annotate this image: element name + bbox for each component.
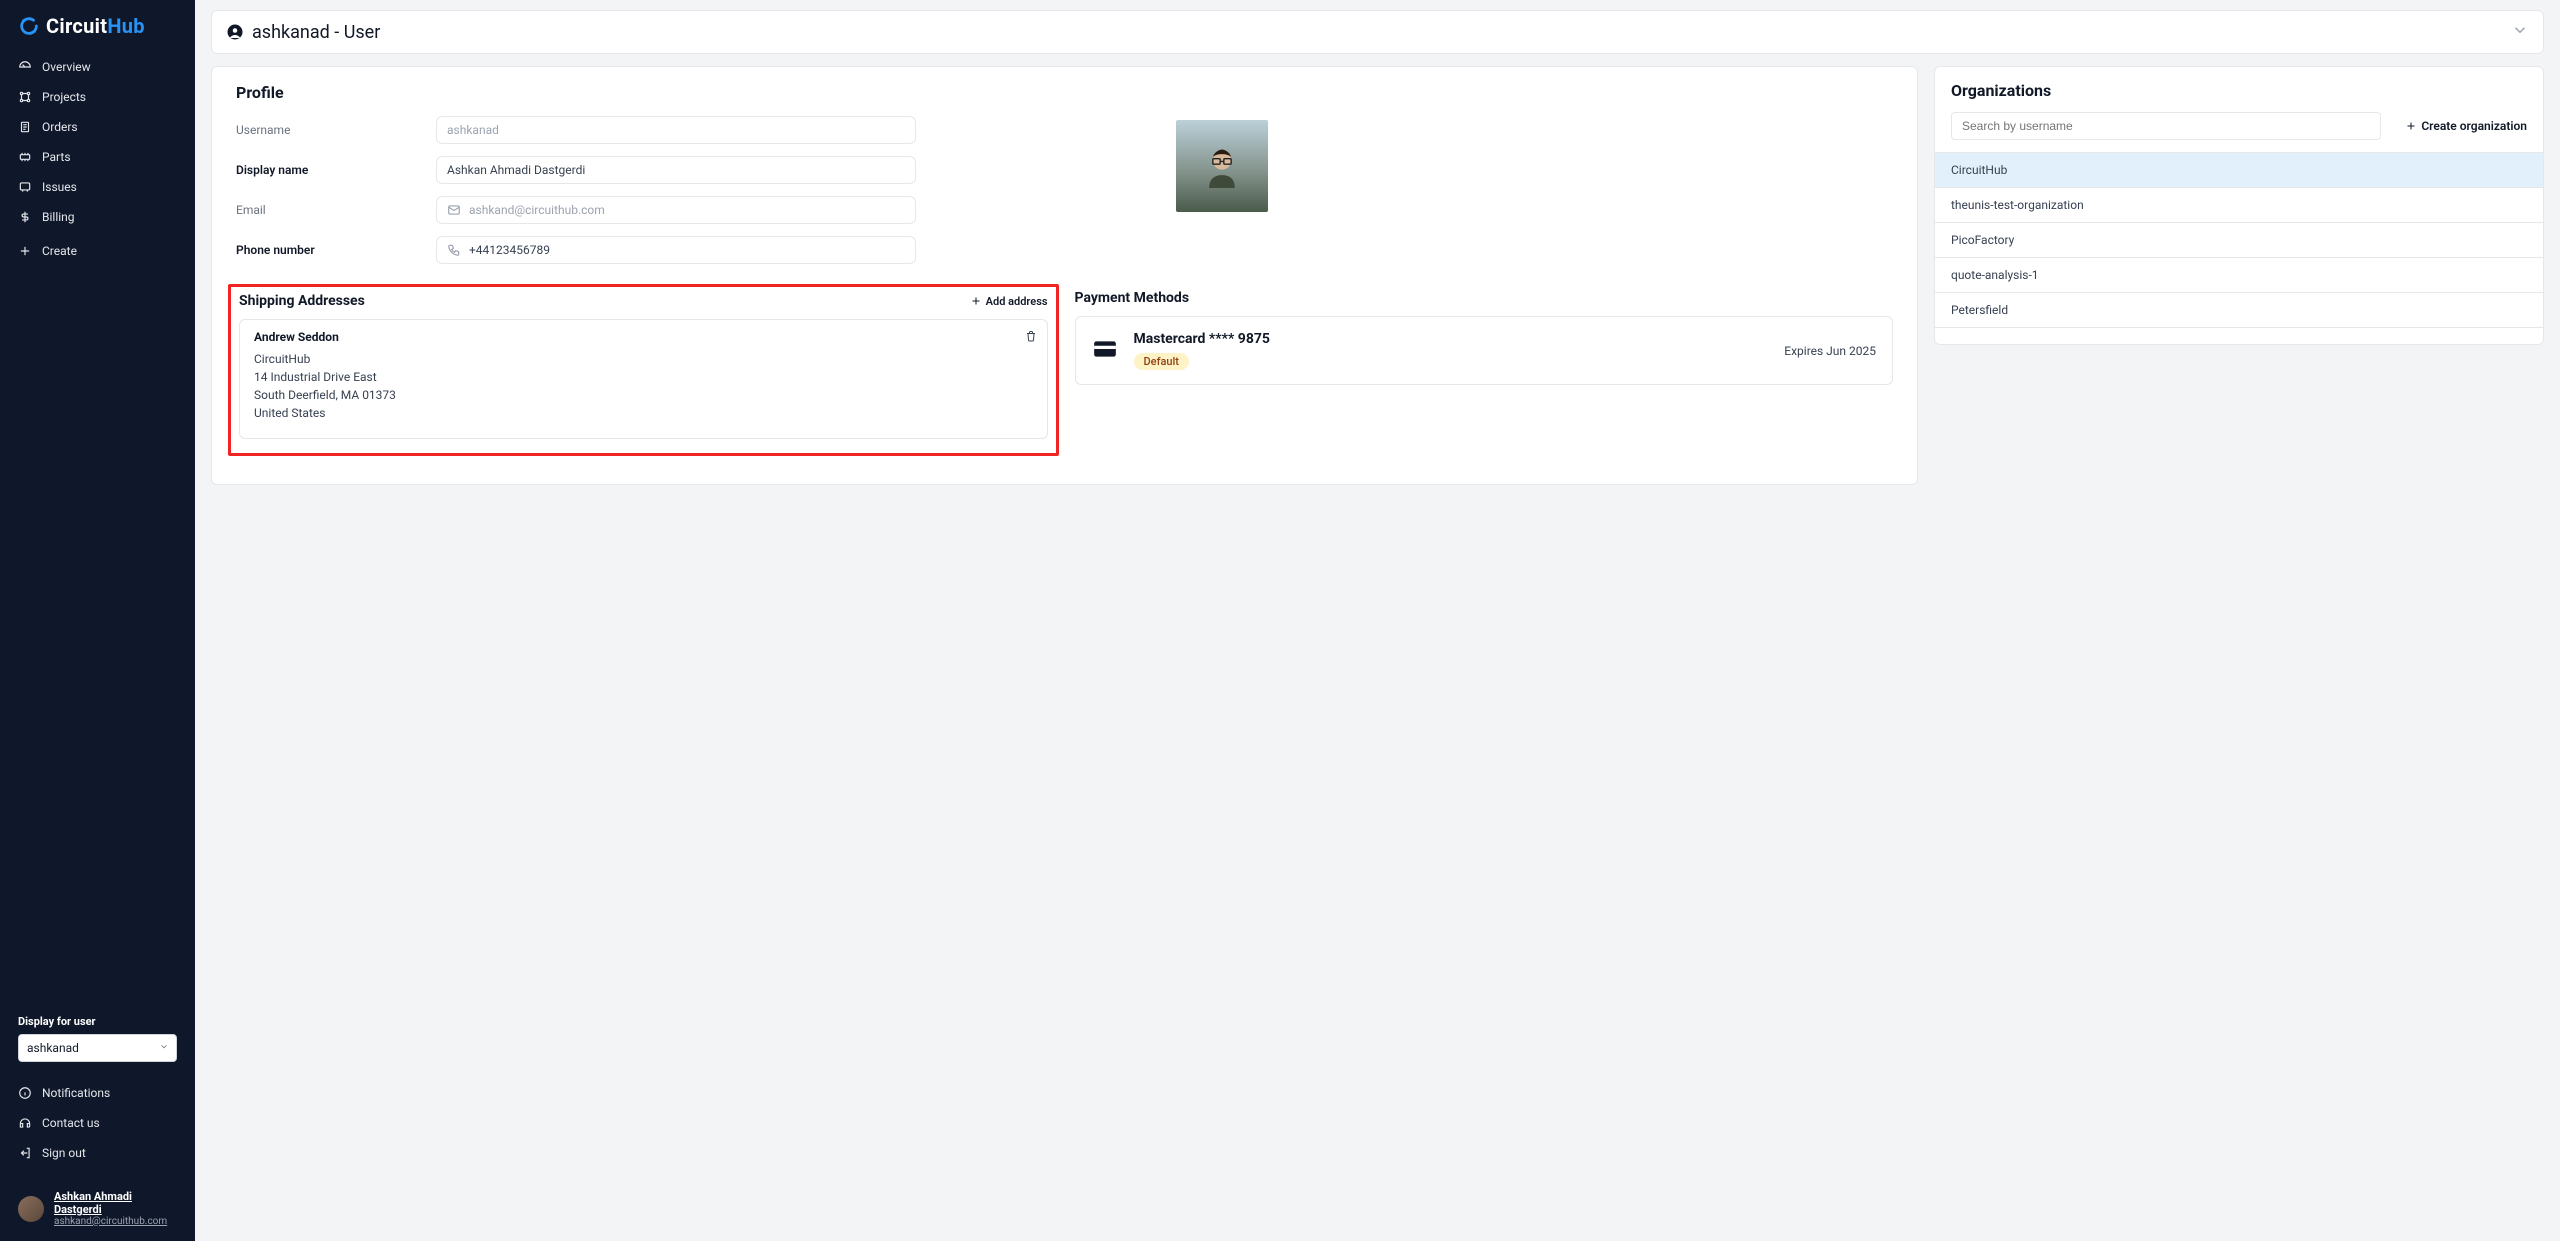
payment-card-title: Mastercard **** 9875	[1134, 331, 1769, 347]
contact-link[interactable]: Contact us	[18, 1108, 177, 1138]
email-label: Email	[236, 203, 436, 217]
profile-title: Profile	[236, 83, 1893, 102]
page-title: ashkanad - User	[252, 22, 380, 43]
sidebar-item-label: Orders	[42, 120, 78, 134]
avatar-face-icon	[1200, 144, 1244, 188]
org-row[interactable]: Petersfield	[1935, 293, 2543, 328]
sidebar-user-footer[interactable]: Ashkan Ahmadi Dastgerdi ashkand@circuith…	[0, 1180, 195, 1241]
displayname-field[interactable]: Ashkan Ahmadi Dastgerdi	[436, 156, 916, 184]
username-field[interactable]: ashkanad	[436, 116, 916, 144]
sidebar-item-label: Billing	[42, 210, 75, 224]
user-circle-icon	[226, 23, 244, 41]
signout-icon	[18, 1146, 32, 1160]
signout-label: Sign out	[42, 1146, 86, 1160]
sidebar-bottom: Display for user ashkanad Notifications …	[0, 1015, 195, 1180]
create-organization-label: Create organization	[2421, 119, 2527, 133]
add-address-label: Add address	[986, 295, 1048, 308]
shipping-address-card[interactable]: Andrew Seddon CircuitHub 14 Industrial D…	[239, 319, 1048, 439]
username-value: ashkanad	[447, 123, 499, 137]
mail-icon	[447, 203, 461, 217]
sidebar-item-label: Projects	[42, 90, 86, 104]
sidebar-nav: Overview Projects Orders Parts Issues Bi…	[0, 48, 195, 266]
phone-value: +44123456789	[469, 243, 550, 257]
avatar	[1176, 120, 1268, 212]
main: ashkanad - User Profile Username ashkana…	[195, 0, 2560, 1241]
display-value: Ashkan Ahmadi Dastgerdi	[447, 163, 585, 177]
brand-name-1: Circuit	[46, 14, 107, 38]
breadcrumb-select[interactable]: ashkanad - User	[211, 10, 2544, 54]
sidebar-item-issues[interactable]: Issues	[0, 172, 195, 202]
chevron-down-icon	[2511, 21, 2529, 43]
sidebar-create-label: Create	[42, 244, 77, 258]
org-row[interactable]: CircuitHub	[1935, 153, 2543, 188]
parts-icon	[18, 150, 32, 164]
trash-icon	[1025, 330, 1037, 342]
add-address-button[interactable]: Add address	[970, 295, 1048, 308]
organizations-list: CircuitHub theunis-test-organization Pic…	[1935, 152, 2543, 328]
notifications-link[interactable]: Notifications	[18, 1078, 177, 1108]
sidebar-create[interactable]: Create	[0, 236, 195, 266]
phone-field[interactable]: +44123456789	[436, 236, 916, 264]
sidebar-item-label: Issues	[42, 180, 77, 194]
dashboard-icon	[18, 60, 32, 74]
shipping-title: Shipping Addresses	[239, 293, 365, 309]
address-org: CircuitHub	[254, 352, 1033, 366]
payment-card[interactable]: Mastercard **** 9875 Default Expires Jun…	[1075, 316, 1894, 385]
display-for-value: ashkanad	[27, 1041, 79, 1055]
email-value: ashkand@circuithub.com	[469, 203, 605, 217]
organizations-panel: Organizations Create organization Circui…	[1934, 66, 2544, 345]
billing-icon	[18, 210, 32, 224]
user-footer-email: ashkand@circuithub.com	[54, 1216, 177, 1227]
shipping-highlight-box: Shipping Addresses Add address Andrew Se…	[228, 284, 1059, 456]
plus-icon	[970, 295, 982, 307]
delete-address-button[interactable]	[1025, 330, 1037, 345]
avatar-icon	[18, 1196, 44, 1222]
sidebar: CircuitHub Overview Projects Orders Part…	[0, 0, 195, 1241]
email-field[interactable]: ashkand@circuithub.com	[436, 196, 916, 224]
address-city: South Deerfield, MA 01373	[254, 388, 1033, 402]
brand-name-2: Hub	[107, 14, 144, 38]
orders-icon	[18, 120, 32, 134]
logo-icon	[18, 15, 40, 37]
display-label: Display name	[236, 163, 436, 177]
display-for-label: Display for user	[18, 1015, 177, 1028]
projects-icon	[18, 90, 32, 104]
org-search-input[interactable]	[1951, 112, 2381, 140]
phone-label: Phone number	[236, 243, 436, 257]
address-name: Andrew Seddon	[254, 330, 1033, 344]
sidebar-item-label: Overview	[42, 60, 91, 74]
headset-icon	[18, 1116, 32, 1130]
sidebar-item-projects[interactable]: Projects	[0, 82, 195, 112]
contact-label: Contact us	[42, 1116, 100, 1130]
signout-link[interactable]: Sign out	[18, 1138, 177, 1168]
username-label: Username	[236, 123, 436, 137]
org-row[interactable]: theunis-test-organization	[1935, 188, 2543, 223]
organizations-title: Organizations	[1951, 81, 2527, 100]
org-row[interactable]: quote-analysis-1	[1935, 258, 2543, 293]
issues-icon	[18, 180, 32, 194]
sidebar-item-label: Parts	[42, 150, 71, 164]
address-street: 14 Industrial Drive East	[254, 370, 1033, 384]
sidebar-item-overview[interactable]: Overview	[0, 52, 195, 82]
display-for-user-select[interactable]: ashkanad	[18, 1034, 177, 1062]
brand-logo[interactable]: CircuitHub	[0, 0, 195, 48]
info-icon	[18, 1086, 32, 1100]
profile-panel: Profile Username ashkanad Display name A…	[211, 66, 1918, 485]
user-footer-name: Ashkan Ahmadi Dastgerdi	[54, 1190, 177, 1216]
payment-expires: Expires Jun 2025	[1784, 344, 1876, 358]
sidebar-item-parts[interactable]: Parts	[0, 142, 195, 172]
credit-card-icon	[1092, 336, 1118, 366]
sidebar-item-billing[interactable]: Billing	[0, 202, 195, 232]
org-row[interactable]: PicoFactory	[1935, 223, 2543, 258]
plus-icon	[18, 244, 32, 258]
address-country: United States	[254, 406, 1033, 420]
create-organization-button[interactable]: Create organization	[2405, 119, 2527, 133]
plus-icon	[2405, 120, 2417, 132]
payment-title: Payment Methods	[1075, 290, 1190, 306]
phone-icon	[447, 243, 461, 257]
sidebar-item-orders[interactable]: Orders	[0, 112, 195, 142]
notifications-label: Notifications	[42, 1086, 110, 1100]
default-badge: Default	[1134, 353, 1189, 370]
